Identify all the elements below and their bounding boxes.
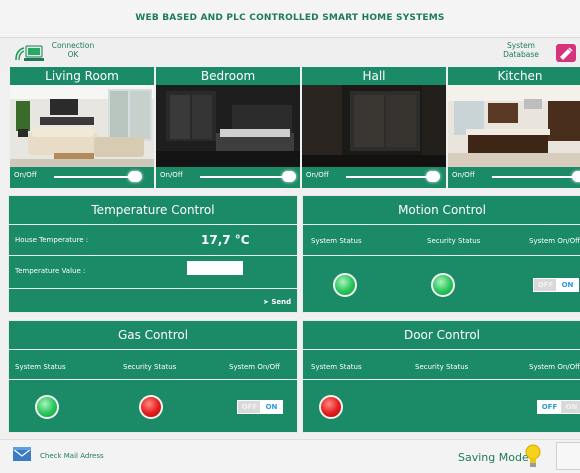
- living-room-image: [10, 85, 154, 167]
- door-onoff-toggle[interactable]: OFF ON: [537, 400, 580, 414]
- title-bar: WEB BASED AND PLC CONTROLLED SMART HOME …: [0, 0, 580, 38]
- gas-control-panel: Gas Control System Status Security Statu…: [8, 320, 298, 433]
- gas-system-status-led: [35, 395, 59, 419]
- divider: [303, 349, 580, 350]
- gas-security-status-led: [139, 395, 163, 419]
- motion-security-status-led: [431, 273, 455, 297]
- system-status-label: System Status: [311, 363, 362, 371]
- system-status-label: System Status: [311, 237, 362, 245]
- bedroom-image: [156, 85, 300, 167]
- check-mail-link[interactable]: Check Mail Adress: [40, 452, 104, 460]
- toggle-on-label: ON: [260, 401, 283, 413]
- room-switch-knob[interactable]: [128, 171, 142, 182]
- motion-onoff-toggle[interactable]: OFF ON: [533, 278, 579, 292]
- temperature-control-panel: Temperature Control House Temperature : …: [8, 195, 298, 313]
- room-name: Kitchen: [497, 69, 543, 83]
- divider: [9, 224, 297, 225]
- room-onoff-label: On/Off: [452, 171, 475, 179]
- divider: [9, 349, 297, 350]
- room-switch-knob[interactable]: [426, 171, 440, 182]
- security-status-label: Security Status: [123, 363, 177, 371]
- mail-icon[interactable]: [13, 447, 31, 461]
- room-name: Living Room: [45, 69, 119, 83]
- toggle-on-label: ON: [565, 403, 578, 411]
- system-onoff-label: System On/Off: [529, 237, 580, 245]
- motion-control-panel: Motion Control System Status Security St…: [302, 195, 580, 313]
- panel-title: Motion Control: [398, 203, 486, 217]
- connection-status: Connection OK: [50, 41, 96, 59]
- door-system-status-led: [319, 395, 343, 419]
- connection-icon[interactable]: [14, 44, 44, 62]
- room-switch-track[interactable]: [200, 176, 286, 178]
- connection-value: OK: [67, 50, 79, 59]
- divider: [9, 288, 297, 289]
- database-label: Database: [503, 50, 539, 59]
- house-temperature-value: 17,7 °C: [201, 233, 250, 247]
- system-database-label: System Database: [496, 41, 546, 59]
- temperature-value-label: Temperature Value :: [15, 267, 86, 275]
- room-onoff-label: On/Off: [160, 171, 183, 179]
- saving-mode-label: Saving Mode: [458, 451, 529, 464]
- divider: [303, 379, 580, 380]
- system-label: System: [507, 41, 535, 50]
- send-button[interactable]: ➤ Send: [263, 298, 291, 306]
- room-switch-track[interactable]: [492, 176, 580, 178]
- door-control-panel: Door Control System Status Security Stat…: [302, 320, 580, 433]
- divider: [303, 224, 580, 225]
- kitchen-image: [448, 85, 580, 167]
- room-switch-track[interactable]: [346, 176, 432, 178]
- light-bulb-icon[interactable]: [525, 444, 541, 468]
- divider: [9, 379, 297, 380]
- app-title: WEB BASED AND PLC CONTROLLED SMART HOME …: [135, 13, 445, 23]
- system-onoff-label: System On/Off: [229, 363, 280, 371]
- toggle-on-label: ON: [556, 279, 579, 291]
- panel-title: Gas Control: [117, 328, 189, 342]
- divider: [9, 255, 297, 256]
- system-onoff-label: System On/Off: [529, 363, 580, 371]
- toggle-off-label: OFF: [538, 401, 561, 413]
- divider: [303, 255, 580, 256]
- connection-label: Connection: [51, 41, 95, 50]
- footer-panel-edge: [556, 442, 580, 470]
- room-switch-knob[interactable]: [282, 171, 296, 182]
- temperature-value-input[interactable]: [187, 261, 243, 275]
- room-name: Hall: [362, 69, 386, 83]
- database-icon[interactable]: [556, 44, 576, 62]
- gas-onoff-toggle[interactable]: OFF ON: [237, 400, 283, 414]
- motion-system-status-led: [333, 273, 357, 297]
- room-card-kitchen: Kitchen On/Off: [448, 67, 580, 188]
- room-switch-knob[interactable]: [572, 171, 580, 182]
- room-card-hall: Hall On/Off: [302, 67, 446, 188]
- security-status-label: Security Status: [427, 237, 481, 245]
- toggle-off-label: OFF: [537, 281, 554, 289]
- room-name: Bedroom: [200, 69, 256, 83]
- room-onoff-label: On/Off: [306, 171, 329, 179]
- room-card-bedroom: Bedroom On/Off: [156, 67, 300, 188]
- hall-image: [302, 85, 446, 167]
- room-onoff-label: On/Off: [14, 171, 37, 179]
- send-label: Send: [271, 298, 292, 306]
- system-status-label: System Status: [15, 363, 66, 371]
- house-temperature-label: House Temperature :: [15, 236, 89, 244]
- security-status-label: Security Status: [415, 363, 469, 371]
- toggle-off-label: OFF: [241, 403, 258, 411]
- panel-title: Door Control: [403, 328, 481, 342]
- panel-title: Temperature Control: [91, 203, 215, 217]
- room-card-living-room: Living Room On/Off: [10, 67, 154, 188]
